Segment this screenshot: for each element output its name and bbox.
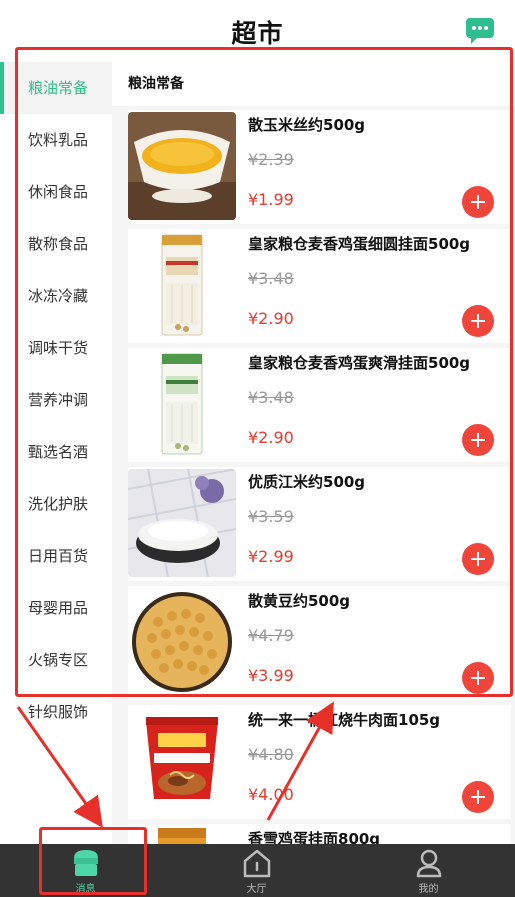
annotation-box-content <box>15 47 513 697</box>
home-icon <box>242 848 272 878</box>
tab-mine[interactable]: 我的 <box>343 844 514 897</box>
chat-icon[interactable] <box>466 18 494 44</box>
product-name: 香雪鸡蛋挂面800g <box>248 830 381 844</box>
user-icon <box>414 848 444 878</box>
product-image-instant-noodle <box>128 707 236 815</box>
page-title: 超市 <box>231 19 284 48</box>
product-price: ¥4.00 <box>248 785 294 804</box>
product-name: 统一来一桶红烧牛肉面105g <box>248 711 441 729</box>
add-to-cart-icon[interactable] <box>462 781 494 813</box>
product-card[interactable]: 统一来一桶红烧牛肉面105g ¥4.80 ¥4.00 <box>128 705 511 819</box>
tab-label: 我的 <box>418 884 439 895</box>
product-card[interactable]: 香雪鸡蛋挂面800g <box>128 824 511 844</box>
product-original-price: ¥4.80 <box>248 745 294 764</box>
annotation-box-tab <box>39 827 147 895</box>
tab-hall[interactable]: 大厅 <box>171 844 342 897</box>
tab-label: 大厅 <box>246 884 267 895</box>
